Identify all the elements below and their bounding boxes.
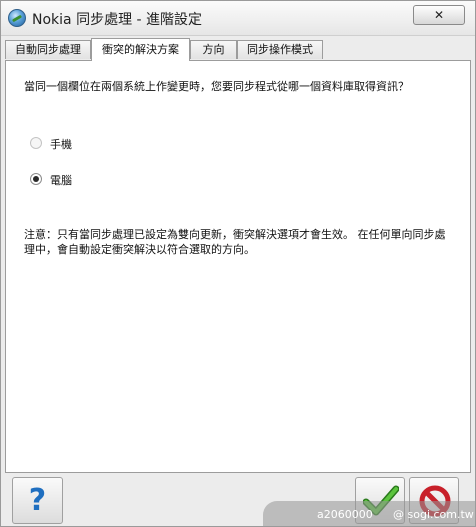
watermark-left-text: a2060000	[317, 508, 373, 521]
nokia-app-icon	[8, 9, 26, 27]
dialog-window: Nokia 同步處理 - 進階設定 ✕ 自動同步處理 衝突的解決方案 方向 同步…	[0, 0, 476, 527]
tab-auto-sync[interactable]: 自動同步處理	[5, 40, 91, 59]
note-text: 注意：只有當同步處理已設定為雙向更新，衝突解決選項才會生效。 在任何單向同步處理…	[24, 228, 446, 256]
close-button[interactable]: ✕	[413, 5, 465, 25]
tab-direction[interactable]: 方向	[190, 40, 237, 59]
watermark-right-text: @ sogi.com.tw	[393, 508, 474, 521]
option-phone-label: 手機	[50, 138, 72, 151]
help-icon: ?	[28, 483, 47, 518]
radio-phone[interactable]	[30, 137, 42, 149]
conflict-resolution-panel: 當同一個欄位在兩個系統上作變更時，您要同步程式從哪一個資料庫取得資訊？ 手機 電…	[5, 60, 471, 473]
option-computer-label: 電腦	[50, 174, 72, 187]
tab-conflict-resolution[interactable]: 衝突的解決方案	[91, 38, 190, 61]
question-text: 當同一個欄位在兩個系統上作變更時，您要同步程式從哪一個資料庫取得資訊？	[24, 80, 409, 93]
help-button[interactable]: ?	[12, 477, 63, 524]
title-bar[interactable]: Nokia 同步處理 - 進階設定 ✕	[1, 1, 475, 36]
tab-sync-mode[interactable]: 同步操作模式	[237, 40, 323, 59]
radio-computer[interactable]	[30, 173, 42, 185]
window-title: Nokia 同步處理 - 進階設定	[32, 12, 203, 28]
watermark: a2060000 @ sogi.com.tw	[263, 501, 475, 526]
